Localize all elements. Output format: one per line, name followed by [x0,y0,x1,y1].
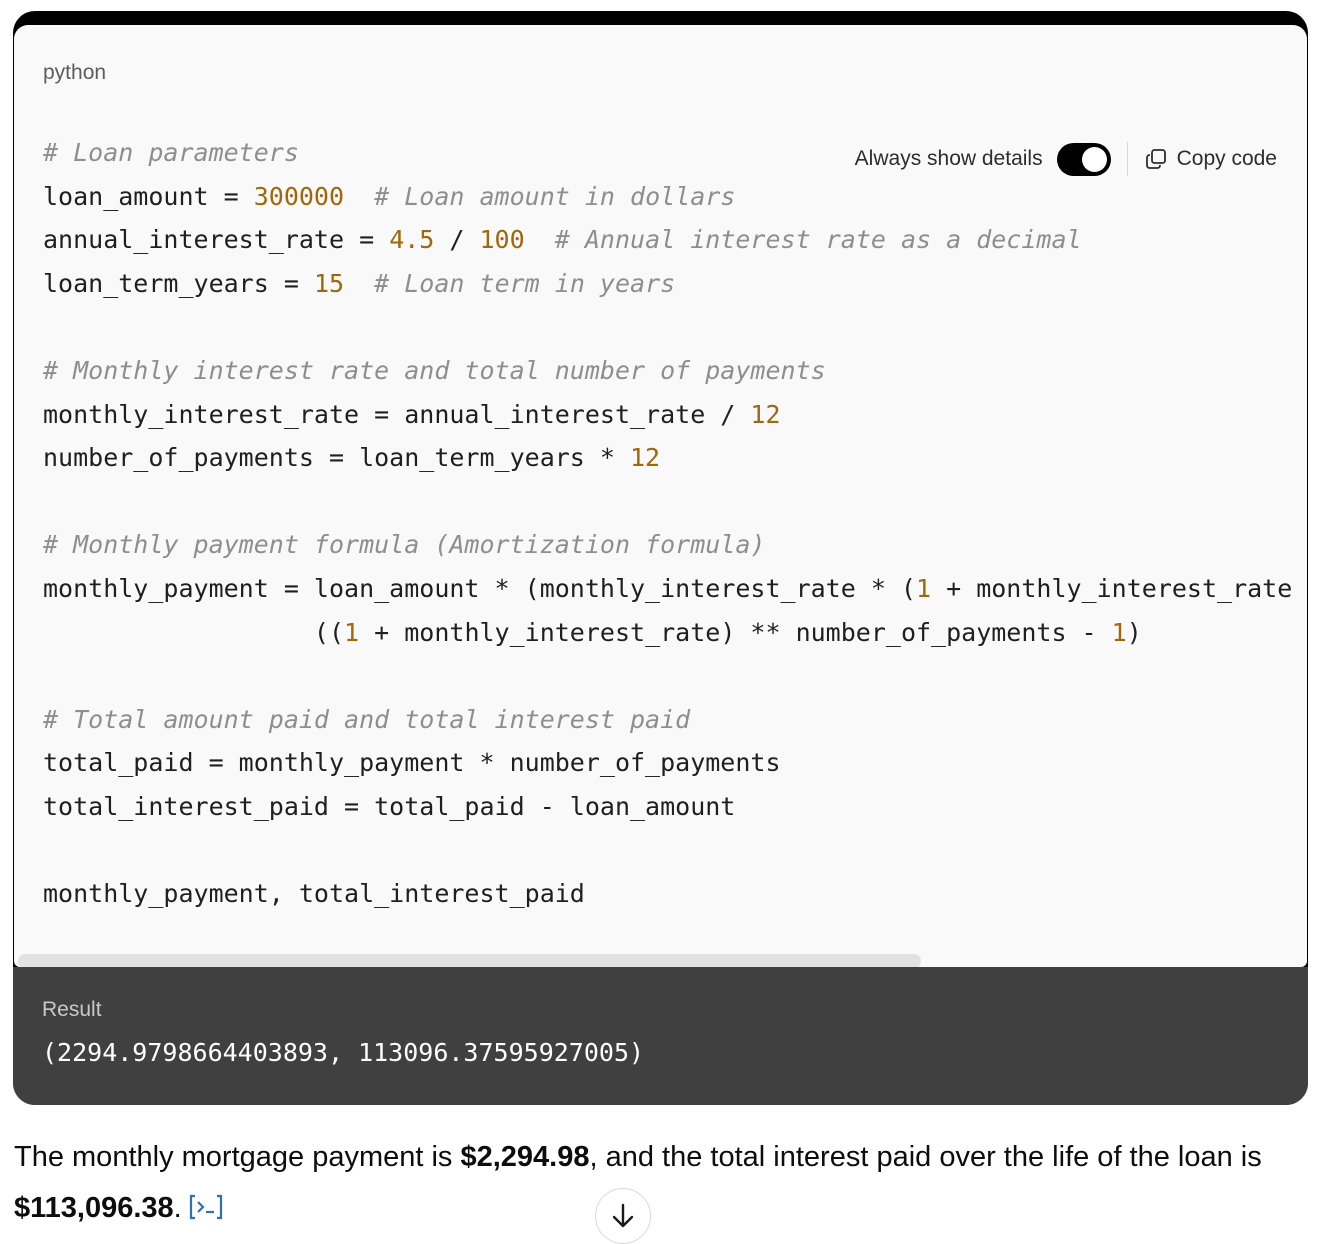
code-interpreter-card: python # Loan parameters loan_amount = 30… [13,11,1308,1105]
code-text: total_paid = monthly_payment * number_of… [43,748,781,777]
code-line: loan_amount = 300000 # Loan amount in do… [43,175,1292,219]
code-number: 12 [630,443,660,472]
code-text: ) [1127,618,1142,647]
code-comment: # Annual interest rate as a decimal [555,225,1082,254]
code-number: 1 [1112,618,1127,647]
always-show-details-label: Always show details [855,147,1043,171]
code-text: loan_term_years = [43,269,314,298]
copy-icon [1144,147,1168,171]
code-comment: # Loan parameters [43,138,299,167]
code-line: annual_interest_rate = 4.5 / 100 # Annua… [43,218,1292,262]
code-content: # Loan parameters loan_amount = 300000 # … [43,131,1292,916]
monthly-payment-value: $2,294.98 [460,1141,589,1173]
code-number: 4.5 [389,225,434,254]
code-text: monthly_payment, total_interest_paid [43,879,585,908]
code-line [43,829,1292,873]
code-comment: # Total amount paid and total interest p… [43,705,690,734]
code-text: monthly_payment = loan_amount * (monthly… [43,574,916,603]
code-line [43,654,1292,698]
always-show-details-toggle[interactable] [1057,143,1111,176]
copy-code-button[interactable]: Copy code [1144,147,1277,171]
code-number: 12 [750,400,780,429]
answer-text-2: , and the total interest paid over the l… [590,1141,1262,1173]
answer-text-1: The monthly mortgage payment is [14,1141,460,1173]
code-language-label: python [43,61,106,85]
result-label: Result [42,998,102,1022]
code-line: monthly_payment, total_interest_paid [43,872,1292,916]
scroll-to-bottom-button[interactable] [595,1188,651,1244]
result-panel: Result (2294.9798664403893, 113096.37595… [13,967,1308,1105]
code-text: (( [43,618,344,647]
toggle-knob [1082,147,1107,172]
code-comment: # Loan amount in dollars [374,182,735,211]
code-text: total_interest_paid = total_paid - loan_… [43,792,735,821]
code-text: / [434,225,479,254]
code-line: ((1 + monthly_interest_rate) ** number_o… [43,611,1292,655]
code-source-icon[interactable] [188,1193,224,1221]
code-line: total_interest_paid = total_paid - loan_… [43,785,1292,829]
code-text [344,269,374,298]
code-text [525,225,555,254]
horizontal-scrollbar[interactable] [18,954,921,967]
code-line [43,480,1292,524]
code-line: total_paid = monthly_payment * number_of… [43,741,1292,785]
code-comment: # Monthly interest rate and total number… [43,356,826,385]
code-line: # Monthly payment formula (Amortization … [43,523,1292,567]
code-number: 300000 [254,182,344,211]
code-number: 1 [916,574,931,603]
code-text: monthly_interest_rate = annual_interest_… [43,400,750,429]
code-number: 100 [480,225,525,254]
total-interest-value: $113,096.38 [14,1192,174,1224]
code-panel: python # Loan parameters loan_amount = 30… [14,25,1307,967]
answer-text-3: . [174,1192,182,1224]
assistant-answer: The monthly mortgage payment is $2,294.9… [14,1132,1304,1234]
code-number: 15 [314,269,344,298]
code-line: monthly_payment = loan_amount * (monthly… [43,567,1292,611]
code-line: monthly_interest_rate = annual_interest_… [43,393,1292,437]
code-text: + monthly_interest_rate [931,574,1292,603]
arrow-down-icon [610,1202,636,1230]
code-line: number_of_payments = loan_term_years * 1… [43,436,1292,480]
code-line: loan_term_years = 15 # Loan term in year… [43,262,1292,306]
code-text: loan_amount = [43,182,254,211]
code-line: # Total amount paid and total interest p… [43,698,1292,742]
code-text [344,182,374,211]
code-comment: # Monthly payment formula (Amortization … [43,530,765,559]
code-text: + monthly_interest_rate) ** number_of_pa… [359,618,1112,647]
code-line [43,305,1292,349]
code-comment: # Loan term in years [374,269,675,298]
code-text: number_of_payments = loan_term_years * [43,443,630,472]
result-value: (2294.9798664403893, 113096.37595927005) [42,1038,644,1067]
code-line: # Monthly interest rate and total number… [43,349,1292,393]
code-toolbar: Always show details Copy code [855,139,1277,179]
toolbar-divider [1127,142,1128,176]
copy-code-label: Copy code [1177,147,1277,171]
code-number: 1 [344,618,359,647]
code-text: annual_interest_rate = [43,225,389,254]
